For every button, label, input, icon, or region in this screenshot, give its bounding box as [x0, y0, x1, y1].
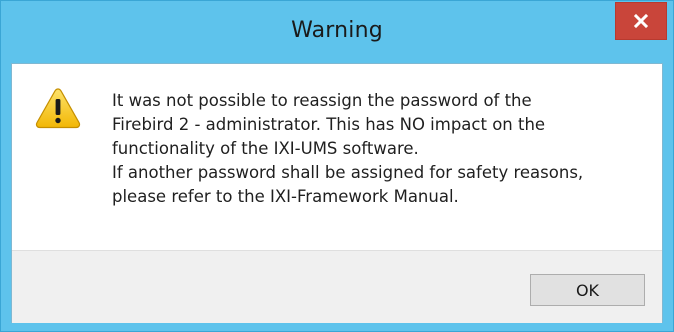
close-button[interactable] [615, 2, 667, 40]
title-bar[interactable]: Warning [1, 1, 673, 63]
warning-icon [35, 88, 81, 129]
message-area: It was not possible to reassign the pass… [12, 64, 662, 250]
warning-dialog: Warning It was not possible to reassign … [0, 0, 674, 332]
close-icon [633, 13, 649, 29]
warning-message: It was not possible to reassign the pass… [112, 89, 652, 209]
message-line: please refer to the IXI-Framework Manual… [112, 187, 459, 206]
message-line: It was not possible to reassign the pass… [112, 91, 532, 110]
button-bar: OK [12, 250, 662, 323]
message-line: Firebird 2 - administrator. This has NO … [112, 115, 546, 134]
message-line: If another password shall be assigned fo… [112, 163, 584, 182]
ok-button[interactable]: OK [530, 274, 645, 306]
dialog-title: Warning [291, 18, 383, 43]
dialog-body: It was not possible to reassign the pass… [11, 63, 663, 323]
message-line: functionality of the IXI-UMS software. [112, 139, 419, 158]
